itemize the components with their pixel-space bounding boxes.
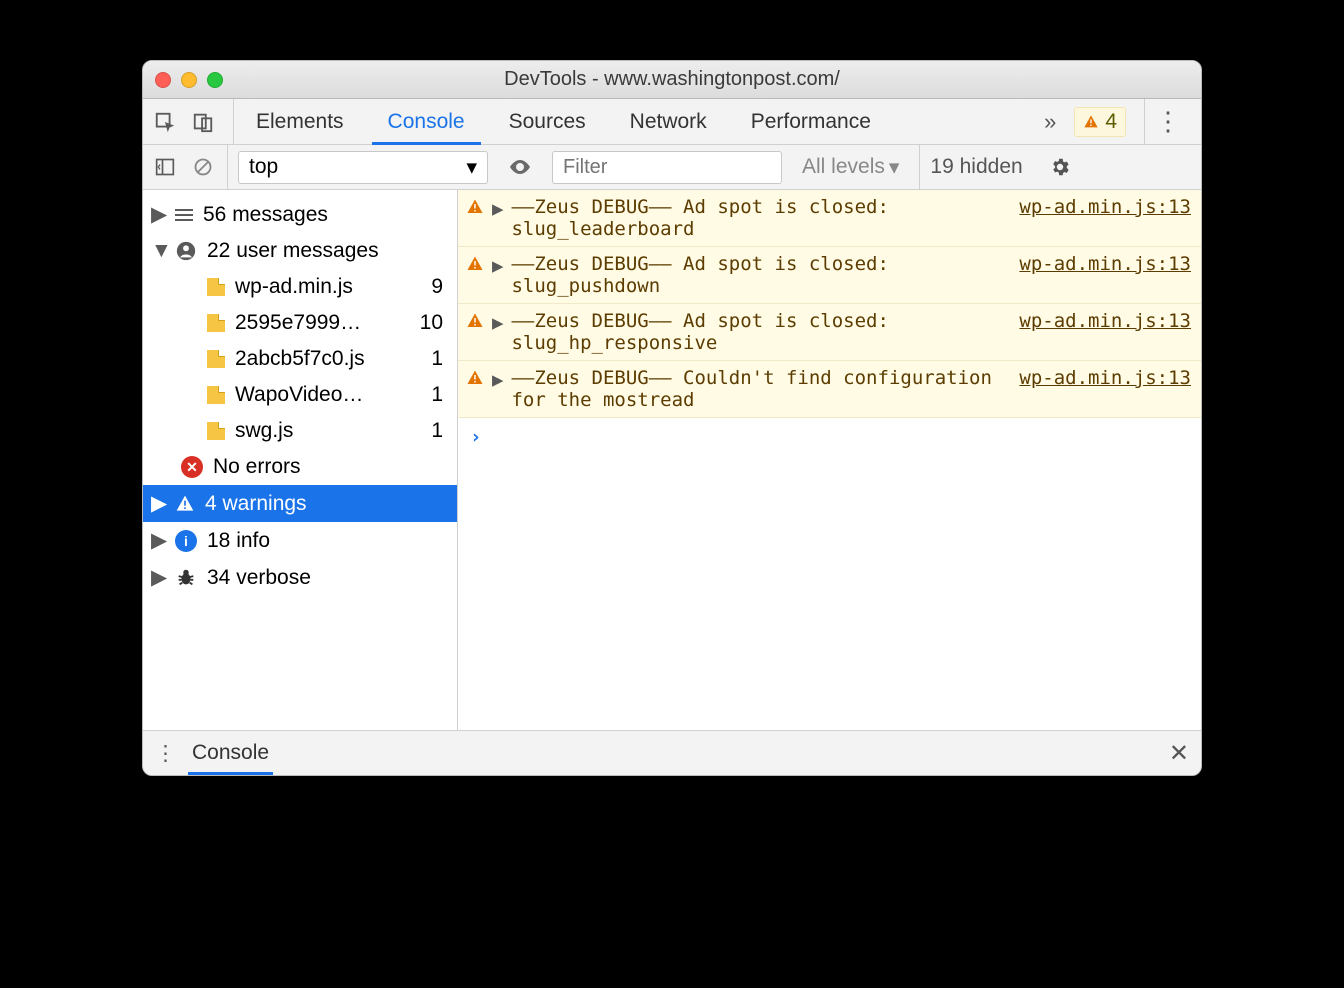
warnings-summary-badge[interactable]: 4 — [1074, 107, 1126, 137]
tab-network[interactable]: Network — [608, 99, 729, 144]
log-message: ––Zeus DEBUG–– Ad spot is closed: slug_h… — [511, 310, 1011, 354]
minimize-window-button[interactable] — [181, 72, 197, 88]
console-main: ▶ 56 messages ▼ 22 user messages wp-ad.m… — [143, 190, 1201, 730]
log-source-link[interactable]: wp-ad.min.js:13 — [1019, 367, 1191, 389]
warning-icon — [175, 494, 195, 514]
warnings-count: 4 — [1105, 110, 1117, 134]
bug-icon — [175, 567, 197, 589]
warning-icon — [1083, 114, 1099, 130]
console-log-row: ▶ ––Zeus DEBUG–– Ad spot is closed: slug… — [458, 247, 1201, 304]
inspect-element-icon[interactable] — [153, 110, 177, 134]
window-title: DevTools - www.washingtonpost.com/ — [143, 68, 1201, 91]
live-expression-icon[interactable] — [498, 155, 542, 179]
sidebar-file-item[interactable]: 2595e7999… 10 — [143, 305, 457, 341]
user-icon — [175, 240, 197, 262]
script-file-icon — [207, 314, 225, 332]
expand-arrow-icon[interactable]: ▶ — [492, 310, 503, 334]
log-message: ––Zeus DEBUG–– Couldn't find configurati… — [511, 367, 1011, 411]
warning-icon — [466, 367, 484, 387]
console-log-row: ▶ ––Zeus DEBUG–– Ad spot is closed: slug… — [458, 304, 1201, 361]
sidebar-group-warnings[interactable]: ▶ 4 warnings — [143, 485, 457, 522]
console-sidebar: ▶ 56 messages ▼ 22 user messages wp-ad.m… — [143, 190, 458, 730]
expand-arrow-icon[interactable]: ▶ — [492, 367, 503, 391]
sidebar-file-item[interactable]: swg.js 1 — [143, 413, 457, 449]
drawer: ⋮ Console ✕ — [143, 730, 1201, 775]
script-file-icon — [207, 422, 225, 440]
panel-tabs: Elements Console Sources Network Perform… — [234, 99, 893, 144]
panel-tabbar: Elements Console Sources Network Perform… — [143, 99, 1201, 145]
script-file-icon — [207, 350, 225, 368]
list-icon — [175, 209, 193, 221]
drawer-tab-console[interactable]: Console — [192, 731, 269, 775]
console-log-row: ▶ ––Zeus DEBUG–– Ad spot is closed: slug… — [458, 190, 1201, 247]
log-level-select[interactable]: All levels ▾ — [792, 155, 909, 180]
info-icon: i — [175, 530, 197, 552]
sidebar-group-user-messages[interactable]: ▼ 22 user messages — [143, 233, 457, 269]
zoom-window-button[interactable] — [207, 72, 223, 88]
expand-arrow-icon: ▶ — [151, 491, 165, 516]
console-toolbar: top ▾ All levels ▾ 19 hidden — [143, 145, 1201, 190]
expand-arrow-icon[interactable]: ▶ — [492, 253, 503, 277]
warning-icon — [466, 310, 484, 330]
context-value: top — [249, 155, 278, 179]
error-icon: ✕ — [181, 456, 203, 478]
tab-console[interactable]: Console — [366, 99, 487, 144]
sidebar-group-info[interactable]: ▶ i 18 info — [143, 522, 457, 559]
filter-input[interactable] — [552, 151, 782, 184]
settings-menu-icon[interactable]: ⋮ — [1144, 99, 1191, 144]
more-panels-icon[interactable]: » — [1044, 109, 1056, 135]
titlebar: DevTools - www.washingtonpost.com/ — [143, 61, 1201, 99]
close-window-button[interactable] — [155, 72, 171, 88]
log-source-link[interactable]: wp-ad.min.js:13 — [1019, 310, 1191, 332]
sidebar-file-item[interactable]: 2abcb5f7c0.js 1 — [143, 341, 457, 377]
devtools-window: DevTools - www.washingtonpost.com/ Eleme… — [142, 60, 1202, 776]
expand-arrow-icon[interactable]: ▶ — [492, 196, 503, 220]
console-prompt[interactable]: › — [458, 418, 1201, 456]
sidebar-file-item[interactable]: WapoVideo… 1 — [143, 377, 457, 413]
script-file-icon — [207, 278, 225, 296]
device-toolbar-icon[interactable] — [191, 110, 215, 134]
close-drawer-icon[interactable]: ✕ — [1169, 739, 1189, 768]
traffic-lights — [155, 72, 223, 88]
execution-context-select[interactable]: top ▾ — [238, 151, 488, 184]
tab-performance[interactable]: Performance — [729, 99, 893, 144]
log-source-link[interactable]: wp-ad.min.js:13 — [1019, 196, 1191, 218]
collapse-arrow-icon: ▼ — [151, 239, 165, 263]
sidebar-group-errors[interactable]: ✕ No errors — [143, 449, 457, 485]
chevron-down-icon: ▾ — [889, 155, 900, 180]
console-settings-icon[interactable] — [1043, 156, 1077, 178]
expand-arrow-icon: ▶ — [151, 565, 165, 590]
sidebar-file-item[interactable]: wp-ad.min.js 9 — [143, 269, 457, 305]
expand-arrow-icon: ▶ — [151, 528, 165, 553]
sidebar-group-verbose[interactable]: ▶ 34 verbose — [143, 559, 457, 596]
tab-elements[interactable]: Elements — [234, 99, 366, 144]
hidden-messages-button[interactable]: 19 hidden — [919, 145, 1032, 189]
log-message: ––Zeus DEBUG–– Ad spot is closed: slug_l… — [511, 196, 1011, 240]
expand-arrow-icon: ▶ — [151, 202, 165, 227]
tab-sources[interactable]: Sources — [487, 99, 608, 144]
console-log-row: ▶ ––Zeus DEBUG–– Couldn't find configura… — [458, 361, 1201, 418]
sidebar-group-messages[interactable]: ▶ 56 messages — [143, 196, 457, 233]
warning-icon — [466, 253, 484, 273]
warning-icon — [466, 196, 484, 216]
console-log-area[interactable]: ▶ ––Zeus DEBUG–– Ad spot is closed: slug… — [458, 190, 1201, 730]
drawer-menu-icon[interactable]: ⋮ — [155, 741, 192, 766]
chevron-down-icon: ▾ — [466, 155, 477, 180]
clear-console-icon[interactable] — [191, 155, 215, 179]
log-source-link[interactable]: wp-ad.min.js:13 — [1019, 253, 1191, 275]
script-file-icon — [207, 386, 225, 404]
toggle-sidebar-icon[interactable] — [153, 155, 177, 179]
log-message: ––Zeus DEBUG–– Ad spot is closed: slug_p… — [511, 253, 1011, 297]
